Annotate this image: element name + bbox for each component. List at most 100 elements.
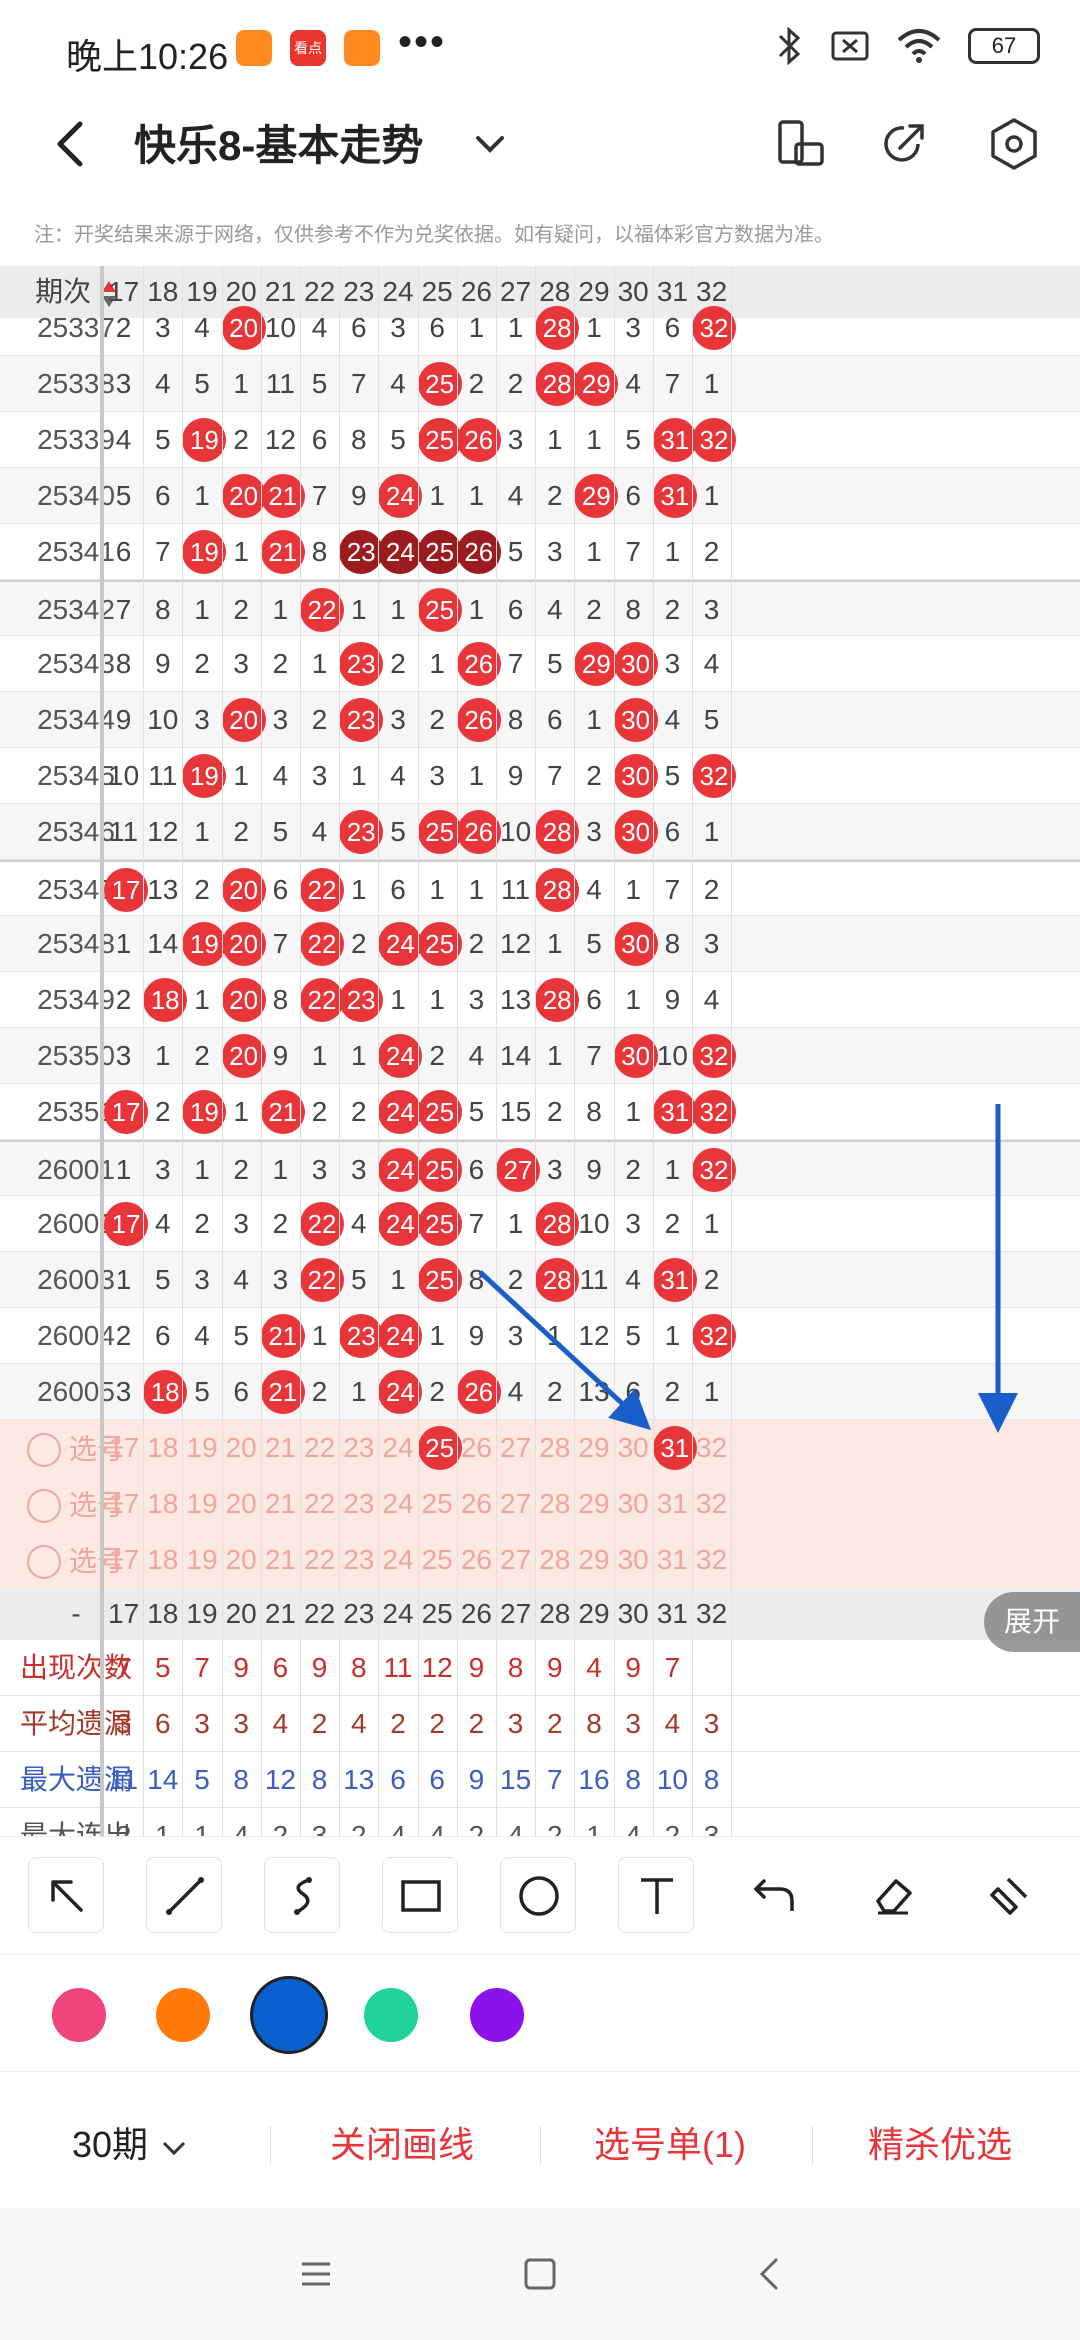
selectable-number[interactable]: 21 (261, 1532, 300, 1588)
omission-cell: 2 (507, 368, 524, 399)
selectable-number[interactable]: 22 (300, 1420, 339, 1476)
selectable-number[interactable]: 30 (614, 1420, 653, 1476)
selectable-number[interactable]: 22 (300, 1476, 339, 1532)
selectable-number[interactable]: 26 (457, 1476, 496, 1532)
selectable-number[interactable]: 24 (378, 1420, 417, 1476)
selectable-number[interactable]: 29 (574, 1532, 613, 1588)
selectable-number[interactable]: 18 (143, 1476, 182, 1532)
eraser-icon[interactable] (854, 1857, 930, 1933)
selectable-number[interactable]: 21 (261, 1420, 300, 1476)
clear-icon[interactable] (972, 1857, 1048, 1933)
menu-icon[interactable] (296, 2254, 336, 2294)
status-app-icons: 看点 (236, 30, 380, 66)
color-swatch[interactable] (364, 1988, 418, 2042)
radio-icon[interactable] (26, 1488, 61, 1523)
selectable-number[interactable]: 26 (457, 1532, 496, 1588)
table-row: 25351 17 2 19 1 21 2 2 24 25 5 15 2 8 1 31 32 (0, 1084, 1080, 1140)
drawn-number-cell: 22 (300, 582, 344, 638)
color-swatch[interactable] (470, 1988, 524, 2042)
radio-icon[interactable] (26, 1432, 61, 1467)
selectable-number[interactable]: 25 (418, 1532, 457, 1588)
selectable-number[interactable]: 29 (574, 1420, 613, 1476)
drawn-number-cell: 30 (613, 916, 658, 972)
selectable-number[interactable]: 23 (339, 1420, 378, 1476)
period-count-dropdown[interactable]: 30期 (72, 2082, 190, 2208)
close-lines-button[interactable]: 关闭画线 (330, 2082, 474, 2208)
selectable-number[interactable]: 32 (692, 1476, 731, 1532)
undo-icon[interactable] (736, 1857, 812, 1933)
number-ball: 21 (260, 530, 305, 574)
number-ball: 28 (535, 1258, 580, 1302)
circle-tool-icon[interactable] (500, 1857, 576, 1933)
back-icon[interactable] (44, 114, 104, 174)
omission-cell: 6 (468, 1154, 485, 1185)
arrow-tool-icon[interactable] (28, 1857, 104, 1933)
expand-button[interactable]: 展开 (984, 1592, 1080, 1652)
selectable-number[interactable]: 26 (457, 1420, 496, 1476)
selectable-number[interactable]: 28 (535, 1476, 574, 1532)
omission-cell: 1 (546, 928, 563, 959)
selectable-number[interactable]: 19 (182, 1532, 221, 1588)
omission-cell: 1 (115, 928, 132, 959)
omission-cell: 9 (507, 760, 524, 791)
selectable-number[interactable]: 23 (339, 1532, 378, 1588)
selectable-number[interactable]: 27 (496, 1420, 535, 1476)
selectable-number[interactable]: 24 (378, 1476, 417, 1532)
line-tool-icon[interactable] (146, 1857, 222, 1933)
selected-number[interactable]: 31 (652, 1420, 697, 1476)
stats-value: 8 (625, 1764, 641, 1795)
settings-icon[interactable] (984, 114, 1044, 174)
rotate-screen-icon[interactable] (770, 114, 830, 174)
stats-value: 11 (383, 1652, 413, 1683)
selected-ball[interactable]: 25 (417, 1426, 462, 1470)
selectable-number[interactable]: 19 (182, 1476, 221, 1532)
selectable-number[interactable]: 18 (143, 1532, 182, 1588)
page-title[interactable]: 快乐8-基本走势 (134, 112, 423, 173)
selectable-number[interactable]: 17 (104, 1420, 143, 1476)
selectable-number[interactable]: 30 (614, 1532, 653, 1588)
selectable-number[interactable]: 18 (143, 1420, 182, 1476)
radio-icon[interactable] (26, 1544, 61, 1579)
curve-tool-icon[interactable] (264, 1857, 340, 1933)
color-swatch[interactable] (250, 1976, 328, 2054)
selectable-number[interactable]: 17 (104, 1532, 143, 1588)
selectable-number[interactable]: 31 (653, 1476, 692, 1532)
text-tool-icon[interactable] (618, 1857, 694, 1933)
selectable-number[interactable]: 20 (222, 1476, 261, 1532)
selectable-number[interactable]: 32 (692, 1532, 731, 1588)
home-icon[interactable] (520, 2254, 560, 2294)
selectable-number[interactable]: 31 (653, 1532, 692, 1588)
grid-line (496, 266, 497, 1864)
color-swatch[interactable] (52, 1988, 106, 2042)
omission-cell: 1 (272, 1154, 289, 1185)
selectable-number[interactable]: 30 (614, 1476, 653, 1532)
selectable-number[interactable]: 27 (496, 1532, 535, 1588)
selectable-number[interactable]: 19 (182, 1420, 221, 1476)
selectable-number[interactable]: 24 (378, 1532, 417, 1588)
color-swatch[interactable] (156, 1988, 210, 2042)
rect-tool-icon[interactable] (382, 1857, 458, 1933)
selectable-number[interactable]: 21 (261, 1476, 300, 1532)
back-nav-icon[interactable] (750, 2254, 790, 2294)
selectable-number[interactable]: 22 (300, 1532, 339, 1588)
drawn-number-cell: 26 (456, 524, 501, 580)
number-ball: 32 (692, 1314, 736, 1358)
selectable-number[interactable]: 28 (535, 1420, 574, 1476)
selectable-number[interactable]: 25 (418, 1476, 457, 1532)
chevron-down-icon[interactable] (470, 124, 510, 164)
selected-ball[interactable]: 31 (652, 1426, 697, 1470)
selected-number[interactable]: 25 (417, 1420, 462, 1476)
omission-cell: 1 (468, 874, 485, 905)
selectable-number[interactable]: 28 (535, 1532, 574, 1588)
selectable-number[interactable]: 20 (222, 1420, 261, 1476)
omission-cell: 4 (390, 368, 406, 399)
premium-pick-button[interactable]: 精杀优选 (868, 2082, 1012, 2208)
selectable-number[interactable]: 20 (222, 1532, 261, 1588)
selectable-number[interactable]: 17 (104, 1476, 143, 1532)
share-icon[interactable] (874, 114, 934, 174)
selectable-number[interactable]: 32 (692, 1420, 731, 1476)
selectable-number[interactable]: 23 (339, 1476, 378, 1532)
selectable-number[interactable]: 29 (574, 1476, 613, 1532)
selection-list-button[interactable]: 选号单(1) (594, 2082, 746, 2208)
selectable-number[interactable]: 27 (496, 1476, 535, 1532)
